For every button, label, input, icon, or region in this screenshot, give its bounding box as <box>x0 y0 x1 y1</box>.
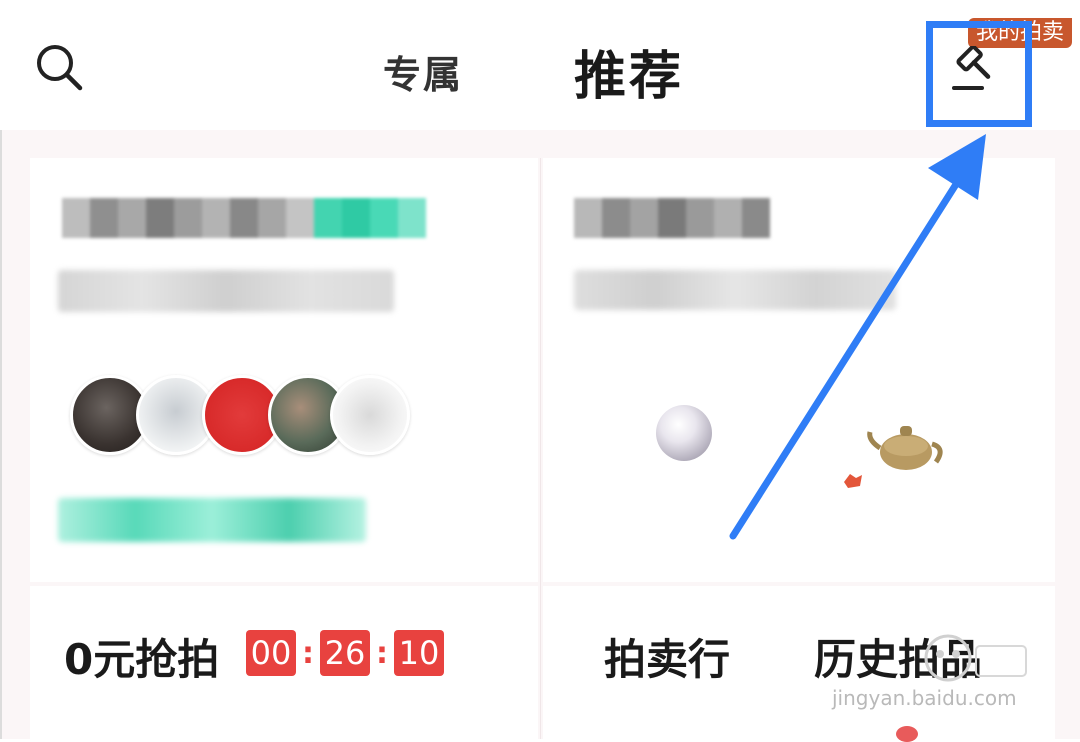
auction-house-link[interactable]: 拍卖行 <box>604 626 730 687</box>
coral-image <box>844 474 862 488</box>
blurred-subtitle <box>58 270 394 312</box>
timer-separator: : <box>376 635 388 671</box>
blurred-status <box>58 498 366 542</box>
timer-hours: 00 <box>246 630 296 676</box>
blurred-title <box>62 198 426 238</box>
avatar <box>330 375 410 455</box>
search-icon[interactable] <box>34 42 84 92</box>
teapot-image <box>867 426 943 470</box>
watermark-text: jingyan.baidu.com <box>832 686 1017 710</box>
history-items-link[interactable]: 历史拍品 <box>814 626 982 687</box>
blurred-title <box>574 198 770 238</box>
highlight-box <box>926 21 1032 127</box>
tab-exclusive[interactable]: 专属 <box>383 44 463 99</box>
timer-minutes: 26 <box>320 630 370 676</box>
column-divider <box>540 158 541 739</box>
item-thumbnail <box>896 726 918 742</box>
blurred-subtitle <box>574 270 896 310</box>
timer-seconds: 10 <box>394 630 444 676</box>
countdown-timer: 00 : 26 : 10 <box>246 630 444 676</box>
pearl-image <box>656 405 712 461</box>
tab-recommend[interactable]: 推荐 <box>574 34 684 109</box>
flash-auction-title[interactable]: 0元抢拍 <box>64 626 219 687</box>
timer-separator: : <box>302 635 314 671</box>
top-navigation: 专属 推荐 我的拍卖 <box>0 0 1080 130</box>
